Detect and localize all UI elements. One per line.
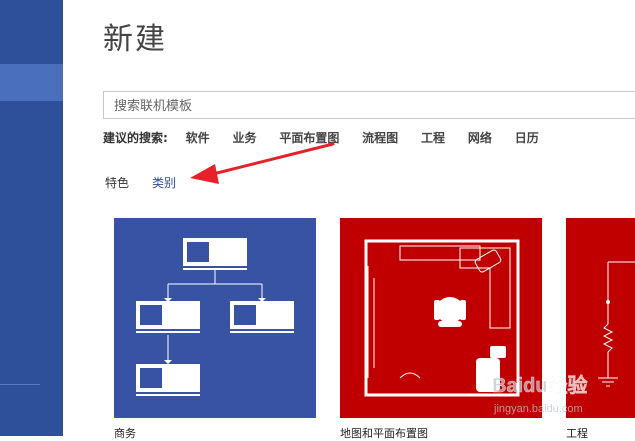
template-floor-plan-label: 地图和平面布置图 xyxy=(340,427,428,440)
sidebar-divider xyxy=(0,384,40,385)
search-input[interactable] xyxy=(112,92,635,120)
suggestion-flowchart[interactable]: 流程图 xyxy=(362,131,398,145)
search-online-templates-box[interactable] xyxy=(103,91,635,120)
tab-categories[interactable]: 类别 xyxy=(152,174,176,191)
sidebar-item-new-selected[interactable] xyxy=(0,64,63,101)
tab-featured[interactable]: 特色 xyxy=(105,174,129,191)
red-arrow-annotation xyxy=(190,142,335,184)
template-engineering-label: 工程 xyxy=(566,427,588,440)
watermark-brand: Baidu经验 xyxy=(492,373,588,397)
watermark-url: jingyan.baidu.com xyxy=(493,403,583,415)
page-title: 新建 xyxy=(103,22,167,57)
backstage-sidebar xyxy=(0,0,63,436)
template-business-tile[interactable] xyxy=(114,218,316,418)
suggestion-calendar[interactable]: 日历 xyxy=(515,131,539,145)
suggestion-engineering[interactable]: 工程 xyxy=(421,131,445,145)
baidu-jingyan-watermark: Baidu经验 jingyan.baidu.com xyxy=(492,373,588,415)
suggestion-network[interactable]: 网络 xyxy=(468,131,492,145)
org-chart-thumbnail-icon xyxy=(136,238,294,396)
suggested-searches-label: 建议的搜索: xyxy=(103,131,168,145)
template-business-label: 商务 xyxy=(114,427,136,440)
